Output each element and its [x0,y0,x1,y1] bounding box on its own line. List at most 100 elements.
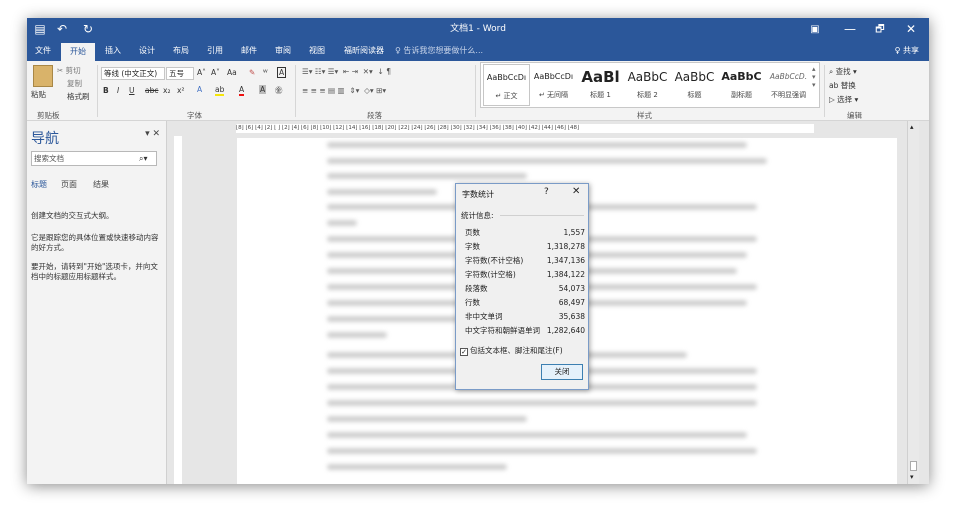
styles-more-icon[interactable]: ▴ ▾ ▾ [812,65,816,89]
search-icon[interactable]: ⌕▾ [139,154,148,164]
ruler-ticks: ⌊8⌋ ⌊6⌋ ⌊4⌋ ⌊2⌋ ⌊ ⌋ ⌊2⌋ ⌊4⌋ ⌊6⌋ ⌊8⌋ ⌊10⌋… [236,125,580,131]
nav-message-2: 它是跟踪您的具体位置或快速移动内容的好方式。 [31,233,159,252]
phonetic-guide-button[interactable]: ᵂ [263,68,268,77]
tab-design[interactable]: 设计 [133,41,161,61]
styles-group-label: 样式 [637,111,652,120]
find-button[interactable]: ⌕ 查找 ▾ [829,66,857,77]
word-count-dialog: 字数统计 ? ✕ 统计信息: 页数 1,557 字数 1,318,278 字符数(不… [455,183,589,390]
checkbox-box[interactable]: ✓ [460,348,468,356]
scroll-up-icon[interactable]: ▴ [910,123,914,131]
underline-button[interactable]: U [129,86,135,95]
font-color-button[interactable]: A [239,85,245,96]
font-size-select[interactable]: 五号 [166,67,194,80]
alignment-icon[interactable]: ≡ ≡ ≡ ▤ ▥ ⇕▾ ◇▾ ⊞▾ [302,86,386,95]
select-button[interactable]: ▷ 选择 ▾ [829,94,858,105]
tab-results[interactable]: 结果 [93,179,109,190]
navigation-close-icon[interactable]: ▾ ✕ [145,129,160,139]
paragraph-group-label: 段落 [367,111,382,120]
style-subtitle[interactable]: AaBbC 副标题 [718,64,765,106]
navigation-pane: 导航 ▾ ✕ 搜索文档 ⌕▾ 标题 页面 结果 创建文档的交互式大纲。 它是跟踪… [27,121,167,484]
word-window: ▤ ↶ ↻ 文档1 - Word ▣ — 🗗 ✕ 文件 开始 插入 设计 布局 … [27,18,929,484]
style-normal[interactable]: AaBbCcDı ↵ 正文 [483,64,530,106]
blurred-text-line [327,464,507,470]
tab-home[interactable]: 开始 [61,43,95,61]
cut-button[interactable]: ✂ 剪切 [57,65,81,76]
tab-references[interactable]: 引用 [201,41,229,61]
ruler-margin [174,136,182,484]
nav-message-3: 要开始，请转到"开始"选项卡，并向文档中的标题应用标题样式。 [31,262,158,281]
text-effects-button[interactable]: A [197,85,202,94]
navigation-title: 导航 [31,131,59,147]
ribbon-home: 粘贴 ✂ 剪切 复制 格式刷 剪贴板 等线 (中文正文) 五号 A˄ A˅ Aa… [27,61,929,121]
include-textboxes-checkbox[interactable]: ✓ 包括文本框、脚注和尾注(F) [460,345,563,356]
font-name-select[interactable]: 等线 (中文正文) [101,67,165,80]
enclose-characters-button[interactable]: ㊎ [275,85,283,96]
style-subtle-emphasis[interactable]: AaBbCcD. 不明显强调 [765,64,812,106]
tab-headings[interactable]: 标题 [31,179,47,190]
highlight-button[interactable]: ab [215,85,225,96]
blurred-text-line [327,400,757,406]
grow-font-button[interactable]: A˄ [197,68,206,77]
character-border-button[interactable]: A [277,67,287,78]
style-heading-1[interactable]: AaBl 标题 1 [577,64,624,106]
clipboard-group-label: 剪贴板 [37,111,60,120]
paste-icon[interactable] [33,65,53,87]
clear-format-button[interactable]: ✎ [249,68,255,77]
divider [295,65,296,117]
stat-row: 字符数(不计空格) 1,347,136 [465,256,585,265]
blurred-text-line [327,332,387,338]
maximize-button[interactable]: 🗗 [867,18,893,41]
character-shading-button[interactable]: A [259,85,267,94]
share-button[interactable]: ♀ 共享 [895,41,919,61]
tab-mailings[interactable]: 邮件 [235,41,263,61]
dialog-title: 字数统计 [462,190,494,199]
stat-row: 非中文单词 35,638 [465,312,585,321]
shrink-font-button[interactable]: A˅ [211,68,220,77]
font-group-label: 字体 [187,111,202,120]
scroll-thumb[interactable] [910,461,917,471]
scroll-down-icon[interactable]: ▾ [910,473,914,481]
stat-row: 页数 1,557 [465,228,585,237]
stat-row: 字符数(计空格) 1,384,122 [465,270,585,279]
horizontal-ruler[interactable]: ⌊8⌋ ⌊6⌋ ⌊4⌋ ⌊2⌋ ⌊ ⌋ ⌊2⌋ ⌊4⌋ ⌊6⌋ ⌊8⌋ ⌊10⌋… [172,121,917,136]
divider [475,65,476,117]
tell-me-search[interactable]: ♀ 告诉我您想要做什么... [395,41,483,61]
subscript-button[interactable]: x₂ [163,86,170,95]
stat-row: 行数 68,497 [465,298,585,307]
strikethrough-button[interactable]: abc [145,86,158,95]
paste-button[interactable]: 粘贴 [31,89,46,100]
minimize-button[interactable]: — [837,18,863,41]
blurred-text-line [327,220,357,226]
tab-review[interactable]: 审阅 [269,41,297,61]
stat-row: 段落数 54,073 [465,284,585,293]
tab-view[interactable]: 视图 [303,41,331,61]
style-no-spacing[interactable]: AaBbCcDı ↵ 无间隔 [530,64,577,106]
help-icon[interactable]: ? [544,187,549,197]
tab-file[interactable]: 文件 [29,41,57,61]
style-title[interactable]: AaBbC 标题 [671,64,718,106]
replace-button[interactable]: ab 替换 [829,80,856,91]
italic-button[interactable]: I [117,86,119,95]
vertical-ruler[interactable] [172,136,184,484]
vertical-scrollbar[interactable]: ▴ ▾ [907,121,919,484]
tab-layout[interactable]: 布局 [167,41,195,61]
close-button[interactable]: ✕ [897,18,925,41]
superscript-button[interactable]: x² [177,86,184,95]
close-dialog-button[interactable]: 关闭 [541,364,583,380]
stat-row: 中文字符和朝鲜语单词 1,282,640 [465,326,585,335]
ribbon-display-icon[interactable]: ▣ [805,18,825,41]
bold-button[interactable]: B [103,86,109,95]
tab-foxit-reader[interactable]: 福昕阅读器 [339,41,389,61]
bullets-icon[interactable]: ☰▾ ☷▾ ☰▾ ⇤ ⇥ ✕▾ ↓ ¶ [302,67,391,76]
style-heading-2[interactable]: AaBbC 标题 2 [624,64,671,106]
tab-insert[interactable]: 插入 [99,41,127,61]
blurred-text-line [327,416,527,422]
stat-row: 字数 1,318,278 [465,242,585,251]
tab-pages[interactable]: 页面 [61,179,77,190]
blurred-text-line [327,432,747,438]
change-case-button[interactable]: Aa [227,68,237,77]
dialog-close-icon[interactable]: ✕ [572,186,580,197]
copy-button[interactable]: 复制 [67,78,82,89]
format-painter-button[interactable]: 格式刷 [67,91,90,102]
editing-group-label: 编辑 [847,111,862,120]
